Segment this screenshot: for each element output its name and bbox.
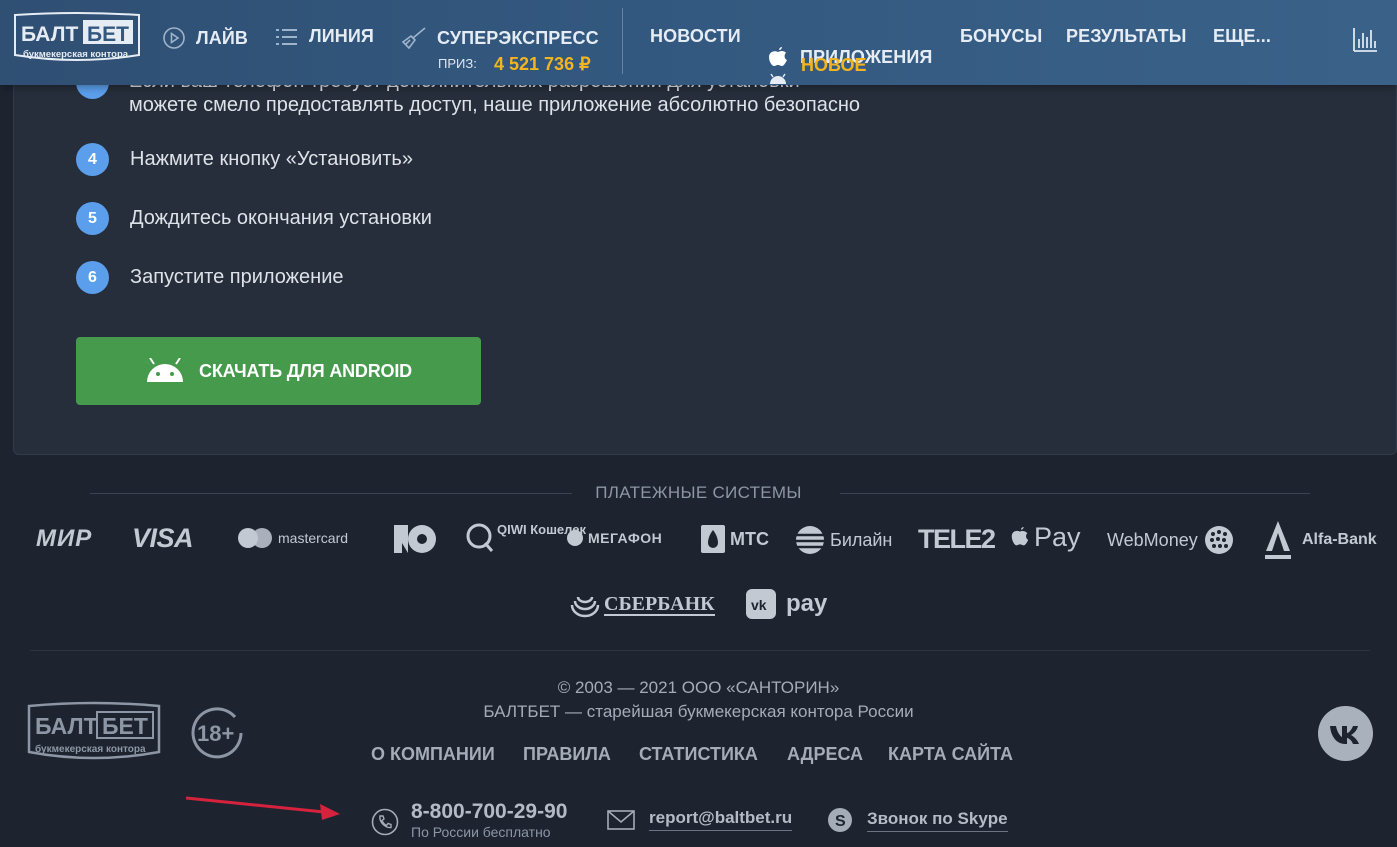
red-arrow-annotation [185,796,340,820]
yumoney-logo [394,523,438,555]
android-icon [147,358,184,382]
step-3-text-line-2: можете смело предоставлять доступ, наше … [129,94,860,116]
step-text: Нажмите кнопку «Установить» [130,148,413,170]
nav-results[interactable]: РЕЗУЛЬТАТЫ [1066,26,1186,47]
copyright: © 2003 — 2021 ООО «САНТОРИН» [557,678,840,697]
step-6: 6 Запустите приложение [76,261,344,294]
alfa-bank-logo: Alfa-Bank [1264,519,1377,561]
phone-number[interactable]: 8-800-700-29-90 [411,800,567,824]
top-header: БАЛТ БЕТ букмекерская контора ЛАЙВ ЛИНИЯ… [0,0,1397,85]
envelope-icon [607,809,635,830]
svg-text:БЕТ: БЕТ [87,23,129,46]
download-android-button[interactable]: СКАЧАТЬ ДЛЯ ANDROID [76,337,481,405]
apple-pay-logo: Pay [1009,522,1081,553]
alfa-bank-label: Alfa-Bank [1302,531,1377,548]
skype-contact[interactable]: S Звонок по Skype [826,806,1008,834]
nav-news[interactable]: НОВОСТИ [650,26,741,47]
megafon-label: МЕГАФОН [588,530,663,546]
step-number: 4 [76,143,109,176]
step-number: 5 [76,202,109,235]
phone-icon [371,808,399,836]
megafon-logo: МЕГАФОН [566,529,662,547]
svg-text:S: S [835,813,846,830]
mts-label: МТС [730,528,769,549]
beeline-label: Билайн [830,529,893,550]
vk-icon [1329,725,1359,744]
step-number: 6 [76,261,109,294]
nav-line[interactable]: ЛИНИЯ [275,26,374,47]
footer-link-about[interactable]: О КОМПАНИИ [371,744,495,765]
nav-more[interactable]: ЕЩЕ... [1213,26,1271,47]
email-contact[interactable]: report@baltbet.ru [607,808,793,831]
prize-label: ПРИЗ: [438,56,477,71]
mastercard-logo: mastercard [237,527,348,549]
stats-icon[interactable] [1351,25,1379,58]
svg-text:букмекерская контора: букмекерская контора [23,49,129,60]
sberbank-label: СБЕРБАНК [604,593,715,616]
step-5: 5 Дождитесь окончания установки [76,202,432,235]
play-icon [163,27,185,49]
apple-android-icon [769,47,787,84]
phone-contact[interactable]: 8-800-700-29-90 По России бесплатно [371,800,567,840]
baltbet-logo[interactable]: БАЛТ БЕТ букмекерская контора [13,11,141,67]
vk-social-button[interactable] [1318,706,1373,761]
nav-live[interactable]: ЛАЙВ [162,26,248,50]
nav-bonuses-label: БОНУСЫ [960,26,1043,46]
nav-divider [622,8,623,74]
nav-results-label: РЕЗУЛЬТАТЫ [1066,26,1187,46]
footer-divider [30,650,1370,651]
tele2-logo: TELE2 [918,524,996,554]
footer-link-sitemap[interactable]: КАРТА САЙТА [888,744,1013,765]
svg-text:vk: vk [751,597,767,613]
mir-logo: МИР [36,525,93,552]
step-text: Запустите приложение [130,266,344,288]
broom-icon [401,27,426,50]
payments-title: ПЛАТЕЖНЫЕ СИСТЕМЫ [595,483,802,502]
vk-pay-logo: vk pay [746,589,827,619]
footer-link-rules[interactable]: ПРАВИЛА [523,744,611,765]
svg-text:букмекерская контора: букмекерская контора [35,743,146,755]
nav-line-label: ЛИНИЯ [309,26,374,46]
nav-superexpress-label: СУПЕРЭКСПРЕСС [437,27,599,48]
mastercard-label: mastercard [278,530,349,546]
phone-note: По России бесплатно [411,824,551,840]
nav-superexpress[interactable]: СУПЕРЭКСПРЕСС [401,26,599,50]
footer-link-stats[interactable]: СТАТИСТИКА [639,744,758,765]
nav-live-label: ЛАЙВ [196,27,248,48]
step-4: 4 Нажмите кнопку «Установить» [76,143,413,176]
email-link[interactable]: report@baltbet.ru [649,808,793,831]
nav-news-label: НОВОСТИ [650,26,741,46]
footer-link-addresses[interactable]: АДРЕСА [787,744,863,765]
new-badge: НОВОЕ [801,55,867,75]
webmoney-label: WebMoney [1107,529,1198,550]
vk-pay-label: pay [786,590,828,617]
skype-icon: S [828,808,852,832]
step-text: Дождитесь окончания установки [130,207,432,229]
nav-more-label: ЕЩЕ... [1213,26,1271,46]
skype-link[interactable]: Звонок по Skype [867,809,1008,832]
beeline-logo: Билайн [795,525,892,555]
prize-value: 4 521 736 ₽ [494,54,591,74]
sberbank-logo: СБЕРБАНК [569,591,715,619]
tagline: БАЛТБЕТ — старейшая букмекерская контора… [483,702,914,721]
nav-bonuses[interactable]: БОНУСЫ [960,26,1042,47]
apple-pay-label: Pay [1034,522,1081,552]
list-icon [276,28,297,45]
webmoney-logo: WebMoney [1107,525,1234,555]
mts-logo: МТС [701,525,769,553]
svg-text:18+: 18+ [197,721,234,746]
download-android-label: СКАЧАТЬ ДЛЯ ANDROID [199,360,412,381]
visa-logo: VISA [132,523,194,553]
svg-text:БАЛТ: БАЛТ [21,23,78,46]
